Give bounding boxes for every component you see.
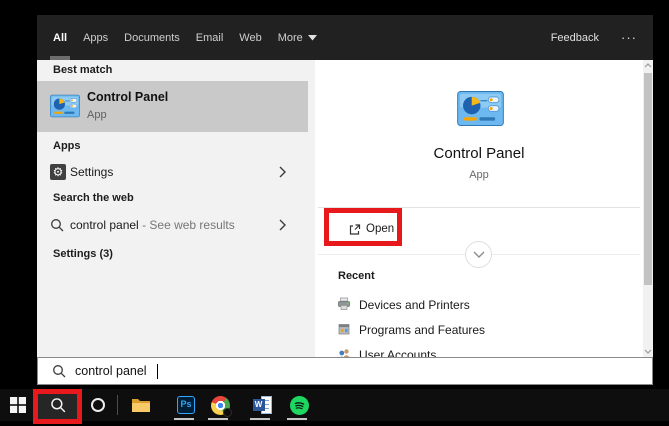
file-explorer-icon — [131, 397, 151, 413]
web-search-query: control panel — [70, 218, 139, 232]
recent-item-devices-printers[interactable]: Devices and Printers — [315, 295, 615, 315]
running-indicator-spotify — [287, 418, 307, 420]
text-cursor — [157, 364, 158, 379]
program-box-icon — [337, 322, 351, 336]
taskbar-separator — [117, 395, 118, 415]
search-input-value: control panel — [75, 364, 147, 378]
more-options-icon[interactable]: ··· — [621, 30, 637, 45]
recent-item-label: Devices and Printers — [359, 298, 470, 312]
recent-item-programs-features[interactable]: Programs and Features — [315, 320, 615, 340]
photoshop-button[interactable]: Ps — [174, 389, 198, 421]
control-panel-icon-large — [457, 91, 504, 126]
start-button[interactable] — [4, 389, 32, 421]
tab-web-label: Web — [239, 32, 261, 44]
recent-item-label: Programs and Features — [359, 323, 485, 337]
best-match-header: Best match — [53, 64, 112, 76]
chevron-down-icon — [308, 35, 317, 41]
search-filter-bar: All Apps Documents Email Web More — [37, 15, 653, 60]
web-search-label: control panel - See web results — [70, 218, 235, 232]
tab-email-label: Email — [196, 32, 224, 44]
apps-section-header: Apps — [53, 140, 81, 152]
search-box[interactable]: control panel — [37, 357, 653, 385]
expand-button[interactable] — [465, 241, 492, 268]
annotation-box-open — [324, 208, 402, 246]
settings-result-label: Settings — [70, 165, 113, 179]
cortana-icon — [91, 398, 105, 412]
tab-email[interactable]: Email — [196, 15, 224, 60]
preview-app-subtitle: App — [315, 169, 643, 181]
file-explorer-button[interactable] — [129, 389, 153, 421]
tab-more[interactable]: More — [278, 15, 317, 60]
feedback-link[interactable]: Feedback — [551, 32, 599, 44]
tab-all[interactable]: All — [53, 15, 67, 60]
tab-documents[interactable]: Documents — [124, 15, 180, 60]
best-match-result[interactable]: Control Panel App — [37, 81, 308, 132]
spotify-icon — [290, 396, 309, 415]
search-icon — [50, 218, 64, 232]
best-match-title: Control Panel — [87, 90, 168, 104]
annotation-box-taskbar-search — [33, 389, 82, 424]
running-indicator-photoshop — [174, 418, 194, 420]
printer-icon — [337, 297, 351, 311]
taskbar: Ps W — [0, 389, 669, 421]
search-icon — [52, 364, 66, 378]
result-web-search[interactable]: control panel - See web results — [37, 211, 308, 239]
web-search-suffix: - See web results — [142, 218, 235, 232]
scrollbar[interactable] — [643, 60, 653, 357]
running-indicator-word — [250, 418, 270, 420]
tab-web[interactable]: Web — [239, 15, 261, 60]
tab-documents-label: Documents — [124, 32, 180, 44]
recent-header: Recent — [338, 270, 375, 282]
chevron-down-icon — [473, 251, 485, 258]
chevron-right-icon — [279, 166, 286, 178]
photoshop-icon: Ps — [177, 396, 195, 414]
cortana-button[interactable] — [84, 389, 112, 421]
chrome-icon — [211, 396, 230, 415]
word-icon: W — [253, 396, 272, 414]
result-settings[interactable]: ⚙ Settings — [37, 158, 308, 186]
tab-apps-label: Apps — [83, 32, 108, 44]
tab-all-label: All — [53, 32, 67, 44]
running-indicator-chrome — [208, 418, 228, 420]
scroll-up-icon[interactable] — [644, 63, 652, 68]
windows-search-flyout: All Apps Documents Email Web More — [37, 15, 653, 385]
screenshot-root: All Apps Documents Email Web More — [0, 0, 669, 426]
chrome-badge — [223, 408, 232, 417]
scroll-down-icon[interactable] — [644, 349, 652, 354]
tab-apps[interactable]: Apps — [83, 15, 108, 60]
settings-section-header: Settings (3) — [53, 248, 113, 260]
control-panel-icon — [50, 94, 80, 118]
spotify-button[interactable] — [287, 389, 311, 421]
gear-icon: ⚙ — [50, 164, 66, 180]
best-match-subtitle: App — [87, 109, 107, 121]
topbar-right: Feedback ··· — [551, 30, 637, 45]
results-panel: Best match Cont — [37, 60, 315, 357]
filter-tabs: All Apps Documents Email Web More — [53, 15, 317, 60]
windows-start-icon — [10, 397, 26, 413]
preview-app-title: Control Panel — [315, 145, 643, 162]
chevron-right-icon — [279, 219, 286, 231]
tab-more-label: More — [278, 32, 303, 44]
chrome-button[interactable] — [208, 389, 232, 421]
word-button[interactable]: W — [250, 389, 274, 421]
word-tile: W — [253, 399, 265, 411]
scrollbar-thumb[interactable] — [644, 73, 652, 285]
web-section-header: Search the web — [53, 192, 134, 204]
